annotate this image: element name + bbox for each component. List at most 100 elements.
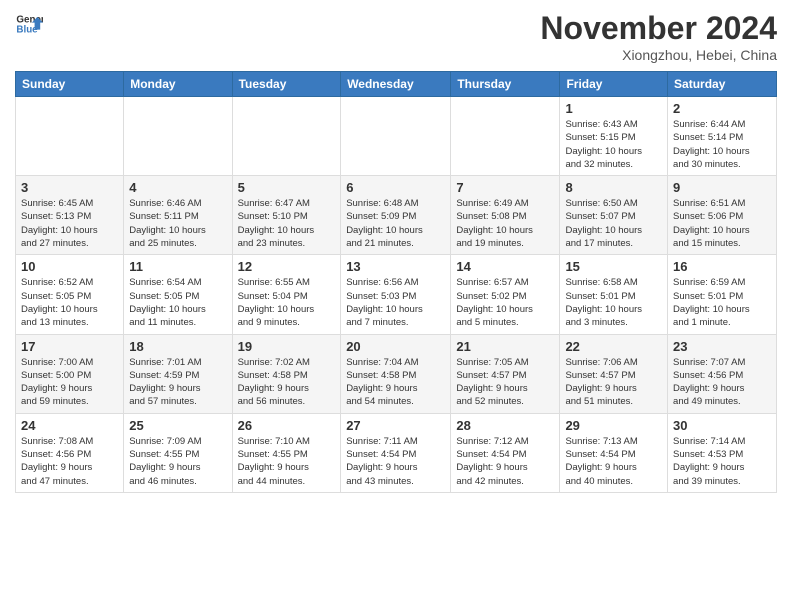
day-number: 13 — [346, 259, 445, 274]
calendar-cell — [341, 97, 451, 176]
weekday-header: Saturday — [668, 72, 777, 97]
day-info: Sunrise: 6:55 AM Sunset: 5:04 PM Dayligh… — [238, 276, 336, 329]
calendar-cell: 6Sunrise: 6:48 AM Sunset: 5:09 PM Daylig… — [341, 176, 451, 255]
calendar-cell: 14 Sunrise: 6:57 AM Sunset: 5:02 PM Dayli… — [451, 255, 560, 334]
calendar-cell: 21 Sunrise: 7:05 AM Sunset: 4:57 PM Dayli… — [451, 334, 560, 413]
day-number: 21 — [456, 339, 554, 354]
day-info: Sunrise: 7:09 AM Sunset: 4:55 PM Dayligh… — [129, 435, 226, 488]
calendar-cell: 12 Sunrise: 6:55 AM Sunset: 5:04 PM Dayli… — [232, 255, 341, 334]
calendar-cell: 15Sunrise: 6:58 AM Sunset: 5:01 PM Dayli… — [560, 255, 668, 334]
page-container: General Blue November 2024 Xiongzhou, He… — [0, 0, 792, 503]
location-subtitle: Xiongzhou, Hebei, China — [540, 47, 777, 63]
day-info: Sunrise: 7:06 AM Sunset: 4:57 PM Dayligh… — [565, 356, 662, 409]
day-info: Sunrise: 7:11 AM Sunset: 4:54 PM Dayligh… — [346, 435, 445, 488]
day-number: 14 — [456, 259, 554, 274]
month-title: November 2024 — [540, 10, 777, 47]
calendar-cell: 10 Sunrise: 6:52 AM Sunset: 5:05 PM Dayli… — [16, 255, 124, 334]
calendar-cell: 26 Sunrise: 7:10 AM Sunset: 4:55 PM Dayli… — [232, 413, 341, 492]
calendar-week-row: 10 Sunrise: 6:52 AM Sunset: 5:05 PM Dayli… — [16, 255, 777, 334]
page-header: General Blue November 2024 Xiongzhou, He… — [15, 10, 777, 63]
day-info: Sunrise: 6:45 AM Sunset: 5:13 PM Dayligh… — [21, 197, 118, 250]
logo-icon: General Blue — [15, 10, 43, 38]
day-info: Sunrise: 7:10 AM Sunset: 4:55 PM Dayligh… — [238, 435, 336, 488]
calendar-cell — [124, 97, 232, 176]
day-info: Sunrise: 7:07 AM Sunset: 4:56 PM Dayligh… — [673, 356, 771, 409]
day-number: 9 — [673, 180, 771, 195]
calendar-cell: 25 Sunrise: 7:09 AM Sunset: 4:55 PM Dayli… — [124, 413, 232, 492]
day-info: Sunrise: 7:13 AM Sunset: 4:54 PM Dayligh… — [565, 435, 662, 488]
day-number: 12 — [238, 259, 336, 274]
day-number: 2 — [673, 101, 771, 116]
calendar-cell: 27 Sunrise: 7:11 AM Sunset: 4:54 PM Dayli… — [341, 413, 451, 492]
calendar-cell: 17 Sunrise: 7:00 AM Sunset: 5:00 PM Dayli… — [16, 334, 124, 413]
day-info: Sunrise: 7:05 AM Sunset: 4:57 PM Dayligh… — [456, 356, 554, 409]
day-number: 10 — [21, 259, 118, 274]
day-number: 26 — [238, 418, 336, 433]
calendar-cell: 19 Sunrise: 7:02 AM Sunset: 4:58 PM Dayli… — [232, 334, 341, 413]
day-number: 16 — [673, 259, 771, 274]
day-info: Sunrise: 6:56 AM Sunset: 5:03 PM Dayligh… — [346, 276, 445, 329]
calendar-cell: 28Sunrise: 7:12 AM Sunset: 4:54 PM Dayli… — [451, 413, 560, 492]
calendar-cell — [451, 97, 560, 176]
calendar-cell: 1 Sunrise: 6:43 AM Sunset: 5:15 PM Daylig… — [560, 97, 668, 176]
calendar-cell: 5Sunrise: 6:47 AM Sunset: 5:10 PM Daylig… — [232, 176, 341, 255]
day-info: Sunrise: 6:46 AM Sunset: 5:11 PM Dayligh… — [129, 197, 226, 250]
day-number: 24 — [21, 418, 118, 433]
day-info: Sunrise: 6:43 AM Sunset: 5:15 PM Dayligh… — [565, 118, 662, 171]
day-info: Sunrise: 6:44 AM Sunset: 5:14 PM Dayligh… — [673, 118, 771, 171]
day-info: Sunrise: 7:08 AM Sunset: 4:56 PM Dayligh… — [21, 435, 118, 488]
day-number: 17 — [21, 339, 118, 354]
calendar-week-row: 17 Sunrise: 7:00 AM Sunset: 5:00 PM Dayli… — [16, 334, 777, 413]
calendar-cell: 2 Sunrise: 6:44 AM Sunset: 5:14 PM Daylig… — [668, 97, 777, 176]
calendar-cell: 8 Sunrise: 6:50 AM Sunset: 5:07 PM Daylig… — [560, 176, 668, 255]
weekday-header: Tuesday — [232, 72, 341, 97]
day-info: Sunrise: 7:04 AM Sunset: 4:58 PM Dayligh… — [346, 356, 445, 409]
day-number: 20 — [346, 339, 445, 354]
calendar-cell: 16 Sunrise: 6:59 AM Sunset: 5:01 PM Dayli… — [668, 255, 777, 334]
day-info: Sunrise: 6:49 AM Sunset: 5:08 PM Dayligh… — [456, 197, 554, 250]
day-info: Sunrise: 6:50 AM Sunset: 5:07 PM Dayligh… — [565, 197, 662, 250]
day-info: Sunrise: 7:14 AM Sunset: 4:53 PM Dayligh… — [673, 435, 771, 488]
day-number: 1 — [565, 101, 662, 116]
day-info: Sunrise: 7:02 AM Sunset: 4:58 PM Dayligh… — [238, 356, 336, 409]
weekday-header: Thursday — [451, 72, 560, 97]
calendar-cell: 13 Sunrise: 6:56 AM Sunset: 5:03 PM Dayli… — [341, 255, 451, 334]
day-info: Sunrise: 7:00 AM Sunset: 5:00 PM Dayligh… — [21, 356, 118, 409]
day-number: 15 — [565, 259, 662, 274]
day-number: 25 — [129, 418, 226, 433]
day-info: Sunrise: 6:52 AM Sunset: 5:05 PM Dayligh… — [21, 276, 118, 329]
day-number: 6 — [346, 180, 445, 195]
day-number: 29 — [565, 418, 662, 433]
day-number: 27 — [346, 418, 445, 433]
calendar-cell: 23 Sunrise: 7:07 AM Sunset: 4:56 PM Dayli… — [668, 334, 777, 413]
calendar-cell: 29 Sunrise: 7:13 AM Sunset: 4:54 PM Dayli… — [560, 413, 668, 492]
calendar-cell — [16, 97, 124, 176]
day-info: Sunrise: 6:57 AM Sunset: 5:02 PM Dayligh… — [456, 276, 554, 329]
day-number: 30 — [673, 418, 771, 433]
calendar-cell: 22Sunrise: 7:06 AM Sunset: 4:57 PM Dayli… — [560, 334, 668, 413]
weekday-header: Friday — [560, 72, 668, 97]
title-section: November 2024 Xiongzhou, Hebei, China — [540, 10, 777, 63]
day-number: 18 — [129, 339, 226, 354]
day-number: 7 — [456, 180, 554, 195]
calendar-cell: 9 Sunrise: 6:51 AM Sunset: 5:06 PM Daylig… — [668, 176, 777, 255]
day-number: 4 — [129, 180, 226, 195]
weekday-header: Monday — [124, 72, 232, 97]
day-info: Sunrise: 7:12 AM Sunset: 4:54 PM Dayligh… — [456, 435, 554, 488]
day-info: Sunrise: 7:01 AM Sunset: 4:59 PM Dayligh… — [129, 356, 226, 409]
day-number: 19 — [238, 339, 336, 354]
day-number: 23 — [673, 339, 771, 354]
calendar-cell: 18 Sunrise: 7:01 AM Sunset: 4:59 PM Dayli… — [124, 334, 232, 413]
calendar-cell: 4 Sunrise: 6:46 AM Sunset: 5:11 PM Daylig… — [124, 176, 232, 255]
calendar-cell: 30 Sunrise: 7:14 AM Sunset: 4:53 PM Dayli… — [668, 413, 777, 492]
day-info: Sunrise: 6:51 AM Sunset: 5:06 PM Dayligh… — [673, 197, 771, 250]
day-number: 5 — [238, 180, 336, 195]
day-number: 3 — [21, 180, 118, 195]
calendar-cell: 3 Sunrise: 6:45 AM Sunset: 5:13 PM Daylig… — [16, 176, 124, 255]
day-number: 8 — [565, 180, 662, 195]
calendar-cell: 11Sunrise: 6:54 AM Sunset: 5:05 PM Dayli… — [124, 255, 232, 334]
calendar-header-row: SundayMondayTuesdayWednesdayThursdayFrid… — [16, 72, 777, 97]
day-info: Sunrise: 6:59 AM Sunset: 5:01 PM Dayligh… — [673, 276, 771, 329]
logo: General Blue — [15, 10, 43, 38]
calendar-week-row: 24 Sunrise: 7:08 AM Sunset: 4:56 PM Dayli… — [16, 413, 777, 492]
